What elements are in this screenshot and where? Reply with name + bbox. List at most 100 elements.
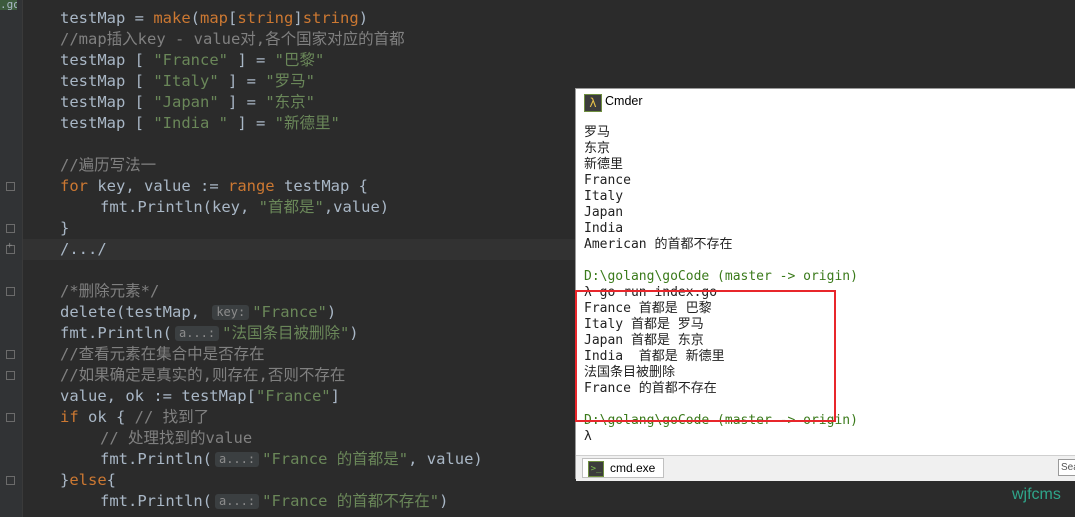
- code-token: ] =: [227, 114, 275, 132]
- code-token: /.../: [60, 240, 107, 258]
- file-tab[interactable]: .go: [0, 0, 17, 10]
- code-line: // 处理找到的value: [60, 428, 252, 449]
- code-token: ): [326, 303, 337, 321]
- code-token: make: [153, 9, 191, 27]
- parameter-hint: key:: [212, 305, 250, 320]
- code-token: }: [60, 219, 70, 237]
- code-line: testMap [ "Japan" ] = "东京": [60, 92, 315, 113]
- tab-label: cmd.exe: [610, 461, 656, 475]
- cmder-lambda-icon: λ: [584, 94, 602, 112]
- code-line: testMap [ "Italy" ] = "罗马": [60, 71, 315, 92]
- code-token: "France": [255, 387, 331, 405]
- code-token: ): [358, 9, 369, 27]
- fold-marker[interactable]: [6, 182, 15, 191]
- code-token: //如果确定是真实的,则存在,否则不存在: [60, 366, 346, 384]
- code-token: fmt.Println(: [60, 324, 172, 342]
- code-line: if ok { // 找到了: [60, 407, 209, 428]
- console-line: France: [584, 173, 631, 188]
- fold-marker[interactable]: [6, 350, 15, 359]
- code-token: ok {: [78, 408, 135, 426]
- code-token: "罗马": [265, 72, 315, 90]
- console-line: 新德里: [584, 157, 624, 172]
- code-token: "东京": [265, 93, 315, 111]
- code-token: ): [349, 324, 359, 342]
- fold-marker[interactable]: [6, 476, 15, 485]
- code-line: fmt.Println(a...: "France 的首都不存在"): [60, 491, 448, 512]
- parameter-hint: a...:: [214, 452, 260, 467]
- code-line: for key, value := range testMap {: [60, 176, 368, 197]
- code-token: //map插入key - value对,各个国家对应的首都: [60, 30, 405, 48]
- fold-marker[interactable]: [6, 287, 15, 296]
- code-line: testMap [ "India " ] = "新德里": [60, 113, 340, 134]
- code-token: ]: [293, 9, 303, 27]
- code-token: testMap {: [274, 177, 368, 195]
- code-token: testMap [: [60, 72, 154, 90]
- code-line: fmt.Println(key, "首都是",value): [60, 197, 389, 218]
- code-token: }: [60, 471, 70, 489]
- code-token: "Japan": [153, 93, 219, 111]
- code-token: /*删除元素*/: [60, 282, 160, 300]
- cmder-titlebar[interactable]: λ Cmder: [576, 89, 1075, 116]
- search-input[interactable]: Sea: [1058, 459, 1075, 476]
- code-token: fmt.Println(: [100, 492, 212, 510]
- fold-expand-marker[interactable]: [6, 241, 15, 254]
- code-line: }: [60, 218, 69, 239]
- parameter-hint: a...:: [174, 326, 220, 341]
- fold-marker[interactable]: [6, 371, 15, 380]
- code-line: /*删除元素*/: [60, 281, 159, 302]
- fold-marker[interactable]: [6, 413, 15, 422]
- console-line: American 的首都不存在: [584, 237, 733, 252]
- code-token: if: [60, 408, 79, 426]
- code-token: testMap [: [60, 114, 154, 132]
- code-line: //查看元素在集合中是否存在: [60, 344, 265, 365]
- console-line: Italy: [584, 189, 624, 204]
- code-token: // 找到了: [134, 408, 210, 426]
- code-token: "France": [153, 51, 228, 69]
- code-line: testMap [ "France" ] = "巴黎": [60, 50, 324, 71]
- console-line: India: [584, 221, 624, 236]
- code-line: delete(testMap, key: "France"): [60, 302, 336, 323]
- console-line: 东京: [584, 141, 611, 156]
- code-token: "France": [252, 303, 327, 321]
- code-line: fmt.Println(a...: "法国条目被删除"): [60, 323, 359, 344]
- code-token: string: [302, 9, 359, 27]
- code-line: //如果确定是真实的,则存在,否则不存在: [60, 365, 345, 386]
- code-token: ] =: [227, 51, 275, 69]
- editor-gutter: [0, 0, 22, 517]
- code-token: "巴黎": [274, 51, 325, 69]
- code-token: //查看元素在集合中是否存在: [60, 345, 265, 363]
- code-token: //遍历写法一: [60, 156, 157, 174]
- code-line: fmt.Println(a...: "France 的首都是", value): [60, 449, 483, 470]
- code-token: testMap [: [60, 51, 154, 69]
- code-token: "India ": [153, 114, 228, 132]
- fold-marker[interactable]: [6, 224, 15, 233]
- code-token: string: [237, 9, 294, 27]
- code-token: ): [439, 492, 449, 510]
- code-line: //map插入key - value对,各个国家对应的首都: [60, 29, 405, 50]
- code-token: ,value): [323, 198, 390, 216]
- cmder-tabbar: >_ cmd.exe Sea: [576, 455, 1075, 481]
- console-prompt-path: D:\golang\goCode (master -> origin): [584, 269, 858, 284]
- code-token: ]: [330, 387, 340, 405]
- watermark: wjfcms: [1012, 486, 1061, 503]
- code-token: delete(testMap,: [60, 303, 210, 321]
- code-token: else: [69, 471, 107, 489]
- code-line: testMap = make(map[string]string): [60, 8, 368, 29]
- code-token: "France 的首都不存在": [262, 492, 440, 510]
- code-token: "新德里": [274, 114, 340, 132]
- code-line: }else{: [60, 470, 116, 491]
- code-line: value, ok := testMap["France"]: [60, 386, 340, 407]
- code-token: "法国条目被删除": [222, 324, 350, 342]
- code-token: range: [227, 177, 275, 195]
- terminal-icon: >_: [588, 461, 604, 477]
- code-token: // 处理找到的value: [100, 429, 253, 447]
- highlight-annotation-box: [575, 290, 836, 422]
- code-token: "France 的首都是": [262, 450, 409, 468]
- code-line: //遍历写法一: [60, 155, 156, 176]
- code-token: testMap [: [60, 93, 154, 111]
- code-token: {: [106, 471, 117, 489]
- code-token: map: [200, 9, 228, 27]
- tab-cmd-exe[interactable]: >_ cmd.exe: [582, 458, 664, 478]
- console-line: 罗马: [584, 125, 611, 140]
- code-token: ] =: [218, 93, 266, 111]
